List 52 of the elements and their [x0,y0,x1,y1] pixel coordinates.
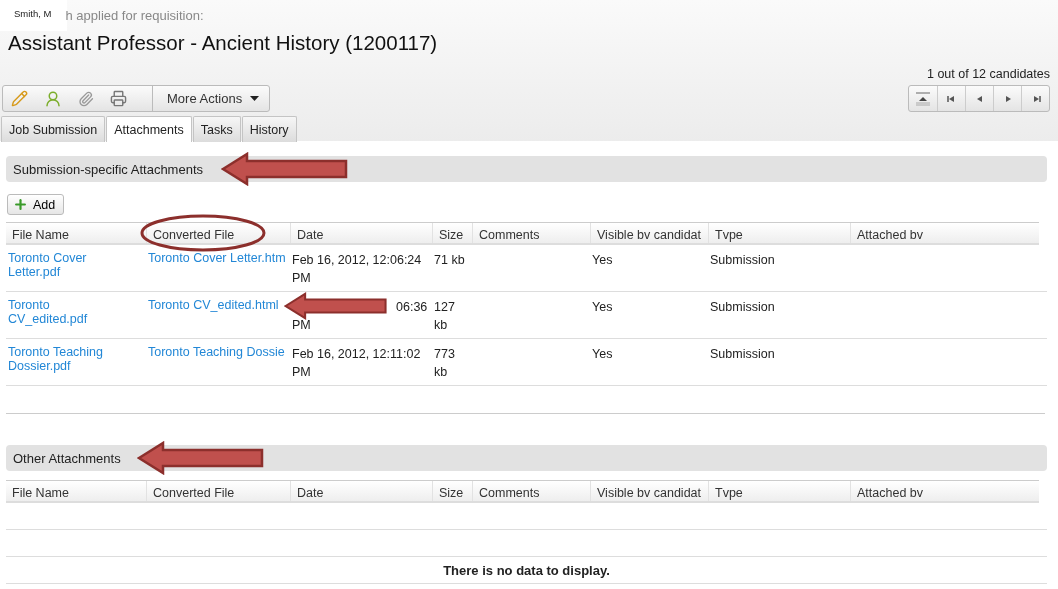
page-title: Assistant Professor - Ancient History (1200117) [8,31,439,55]
date-text: PM [292,317,311,334]
date-text: PM [292,270,311,287]
column-header[interactable]: File Name [6,223,146,243]
column-header[interactable]: Size [432,481,472,501]
file-link[interactable]: Toronto Teaching Dossier.pdf [6,345,110,381]
column-header[interactable]: File Name [6,481,146,501]
type-text: Submission [709,299,776,316]
column-header[interactable]: Comments [472,481,590,501]
column-header[interactable]: Visible bv candidat [590,481,708,501]
file-link[interactable]: Toronto Cover Letter.pdf [6,251,110,287]
tab[interactable]: Tasks [192,116,241,142]
add-button[interactable]: Add [7,194,65,215]
column-header[interactable]: Visible bv candidat [590,223,708,243]
column-header[interactable]: Tvpe [708,481,850,501]
type-text: Submission [709,252,776,269]
column-header[interactable]: Date [290,481,432,501]
section-title: Submission-specific Attachments [13,161,204,177]
size-text: 71 kb [433,252,466,269]
date-text: PM [292,364,311,381]
column-header[interactable]: Converted File [146,223,290,243]
candidate-count: 1 out of 12 candidates [927,67,1050,81]
column-header[interactable]: Attached bv [850,223,1028,243]
tab[interactable]: Job Submission [1,116,106,142]
converted-file-link[interactable]: Toronto Teaching Dossie [146,345,290,381]
collapse-icon [915,91,931,106]
type-text: Submission [709,346,776,363]
visible-text: Yes [591,346,614,363]
size-text: 773 kb [433,346,456,381]
visible-text: Yes [591,299,614,316]
column-header[interactable]: Comments [472,223,590,243]
requisition-caption: h applied for requisition: [65,8,204,23]
caret-icon [250,95,260,102]
date-text: Feb 16, 2012, 12:06:24 [292,252,422,269]
plus-icon [13,197,28,212]
tab[interactable]: Attachments [106,116,192,142]
column-header[interactable]: Converted File [146,481,290,501]
tab[interactable]: History [241,116,297,142]
column-header[interactable]: Attached bv [850,481,1028,501]
converted-file-link[interactable]: Toronto Cover Letter.htm [146,251,290,287]
file-link[interactable]: Toronto CV_edited.pdf [6,298,110,334]
empty-message: There is no data to display. [6,557,1047,584]
more-actions-button[interactable]: More Actions [152,86,270,111]
date-text: Feb 16, 2012, 12:11:02 [292,346,421,363]
column-header[interactable]: Tvpe [708,223,850,243]
column-header[interactable]: Size [432,223,472,243]
visible-text: Yes [591,252,614,269]
section-title: Other Attachments [13,450,121,466]
date-text: 06:36 [396,299,428,316]
converted-file-link[interactable]: Toronto CV_edited.html [146,298,290,334]
size-text: 127 kb [433,299,456,334]
column-header[interactable]: Date [290,223,432,243]
